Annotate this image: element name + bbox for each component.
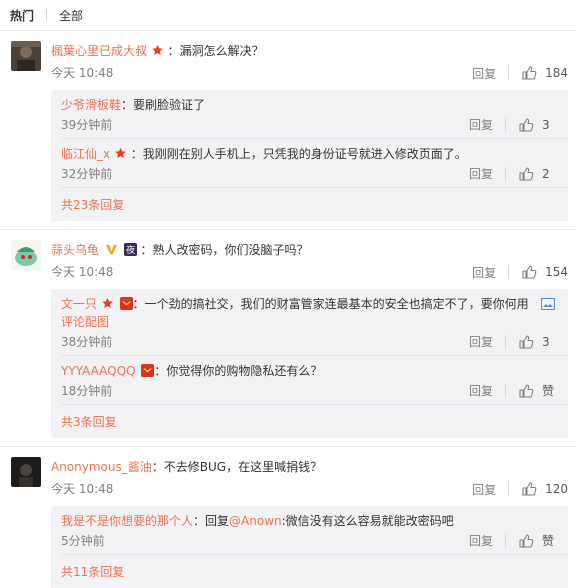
action-divider bbox=[508, 265, 510, 279]
reply-list: 文一只 ：一个劲的搞社交，我们的财富管家连最基本的安全也搞定不了，要你何用 评论… bbox=[51, 289, 568, 438]
reply-text: ：我刚刚在别人手机上，只凭我的身份证号就进入修改页面了。 bbox=[130, 147, 467, 161]
reply-username[interactable]: 文一只 bbox=[61, 297, 97, 311]
action-divider bbox=[505, 118, 506, 132]
image-icon[interactable] bbox=[540, 298, 555, 310]
mention-link[interactable]: @Anown bbox=[229, 514, 282, 528]
comment-meta: 今天 10:48 回复 184 bbox=[51, 64, 576, 82]
reply-button[interactable]: 回复 bbox=[472, 264, 496, 281]
like-count[interactable]: 赞 bbox=[542, 382, 560, 400]
like-count[interactable]: 120 bbox=[545, 482, 568, 496]
reply-item: 文一只 ：一个劲的搞社交，我们的财富管家连最基本的安全也搞定不了，要你何用 评论… bbox=[51, 289, 568, 356]
tab-hot[interactable]: 热门 bbox=[10, 7, 34, 24]
reply-time: 32分钟前 bbox=[61, 167, 113, 181]
member-badge-icon: 夜 bbox=[123, 243, 137, 256]
comment-text: ：漏洞怎么解决？ bbox=[167, 44, 264, 58]
reply-meta: 38分钟前 回复 3 bbox=[61, 333, 568, 356]
tab-all[interactable]: 全部 bbox=[59, 7, 83, 24]
more-replies-link[interactable]: 共3条回复 bbox=[51, 405, 568, 438]
reply-meta: 32分钟前 回复 2 bbox=[61, 165, 568, 188]
reply-username[interactable]: YYYAAAQQQ bbox=[61, 364, 135, 378]
avatar[interactable] bbox=[11, 41, 41, 71]
more-replies-link[interactable]: 共11条回复 bbox=[51, 555, 568, 588]
action-divider bbox=[505, 167, 506, 181]
avatar[interactable] bbox=[11, 457, 41, 487]
reply-time: 18分钟前 bbox=[61, 384, 113, 398]
reply-text: ：要刷脸验证了 bbox=[121, 98, 206, 112]
reply-time: 5分钟前 bbox=[61, 534, 105, 548]
thumbs-up-icon[interactable] bbox=[521, 481, 537, 497]
comment-username[interactable]: 蒜头乌龟 bbox=[51, 243, 99, 257]
comment-time: 今天 10:48 bbox=[51, 482, 114, 496]
thumbs-up-icon[interactable] bbox=[521, 264, 537, 280]
action-divider bbox=[508, 66, 510, 80]
action-divider bbox=[505, 384, 506, 398]
reply-meta: 39分钟前 回复 3 bbox=[61, 116, 568, 139]
thumbs-up-icon[interactable] bbox=[518, 334, 534, 350]
v-badge-icon bbox=[105, 244, 117, 255]
reply-text-after: :微信没有这么容易就能改密码吧 bbox=[281, 514, 454, 528]
reply-button[interactable]: 回复 bbox=[469, 116, 493, 134]
like-count[interactable]: 3 bbox=[542, 116, 560, 134]
star-badge-icon bbox=[101, 297, 114, 310]
like-count[interactable]: 2 bbox=[542, 165, 560, 183]
comment-item: 蒜头乌龟 夜 ：熟人改密码，你们没脑子吗？ 今天 10:48 回复 154 文一… bbox=[0, 230, 576, 447]
reply-meta: 5分钟前 回复 赞 bbox=[61, 532, 568, 555]
comment-meta: 今天 10:48 回复 120 bbox=[51, 480, 576, 498]
reply-meta: 18分钟前 回复 赞 bbox=[61, 382, 568, 405]
reply-button[interactable]: 回复 bbox=[472, 481, 496, 498]
comment-time: 今天 10:48 bbox=[51, 265, 114, 279]
reply-button[interactable]: 回复 bbox=[469, 165, 493, 183]
comment-username[interactable]: Anonymous_酱油 bbox=[51, 460, 152, 474]
reply-item: 少爷滑板鞋：要刷脸验证了 39分钟前 回复 3 bbox=[51, 90, 568, 139]
comment-image-link[interactable]: 评论配图 bbox=[61, 315, 109, 329]
svg-text:夜: 夜 bbox=[126, 244, 135, 256]
reply-time: 38分钟前 bbox=[61, 335, 113, 349]
thumbs-up-icon[interactable] bbox=[518, 166, 534, 182]
comment-text: ：熟人改密码，你们没脑子吗？ bbox=[140, 243, 309, 257]
reply-text: ：回复 bbox=[193, 514, 230, 528]
red-envelope-badge-icon bbox=[119, 297, 133, 310]
reply-item: 临江仙_x ：我刚刚在别人手机上，只凭我的身份证号就进入修改页面了。 32分钟前… bbox=[51, 139, 568, 188]
comment-item: 楓葉心里已成大叔 ：漏洞怎么解决？ 今天 10:48 回复 184 少爷滑板鞋：… bbox=[0, 31, 576, 230]
action-divider bbox=[505, 534, 506, 548]
reply-text: ：你觉得你的购物隐私还有么？ bbox=[154, 364, 323, 378]
comment-item: Anonymous_酱油：不去修BUG，在这里喊捐钱？ 今天 10:48 回复 … bbox=[0, 447, 576, 588]
reply-button[interactable]: 回复 bbox=[469, 382, 493, 400]
thumbs-up-icon[interactable] bbox=[518, 383, 534, 399]
like-count[interactable]: 赞 bbox=[542, 532, 560, 550]
reply-item: YYYAAAQQQ ：你觉得你的购物隐私还有么？ 18分钟前 回复 赞 bbox=[51, 356, 568, 405]
tab-divider bbox=[46, 9, 48, 21]
comment-text: ：不去修BUG，在这里喊捐钱？ bbox=[151, 460, 323, 474]
like-count[interactable]: 154 bbox=[545, 265, 568, 279]
star-badge-icon bbox=[151, 44, 164, 57]
reply-username[interactable]: 少爷滑板鞋 bbox=[61, 98, 121, 112]
reply-username[interactable]: 我是不是你想要的那个人 bbox=[61, 514, 193, 528]
reply-username[interactable]: 临江仙_x bbox=[61, 147, 110, 161]
like-count[interactable]: 3 bbox=[542, 333, 560, 351]
action-divider bbox=[505, 335, 506, 349]
action-divider bbox=[508, 482, 510, 496]
comment-meta: 今天 10:48 回复 154 bbox=[51, 263, 576, 281]
more-replies-link[interactable]: 共23条回复 bbox=[51, 188, 568, 221]
reply-button[interactable]: 回复 bbox=[469, 532, 493, 550]
comment-username[interactable]: 楓葉心里已成大叔 bbox=[51, 44, 147, 58]
reply-time: 39分钟前 bbox=[61, 118, 113, 132]
thumbs-up-icon[interactable] bbox=[521, 65, 537, 81]
thumbs-up-icon[interactable] bbox=[518, 117, 534, 133]
reply-button[interactable]: 回复 bbox=[469, 333, 493, 351]
reply-text: ：一个劲的搞社交，我们的财富管家连最基本的安全也搞定不了，要你何用 bbox=[132, 297, 529, 311]
reply-list: 少爷滑板鞋：要刷脸验证了 39分钟前 回复 3 临江仙_x ：我刚刚在别人手机上… bbox=[51, 90, 568, 221]
red-envelope-badge-icon bbox=[141, 364, 155, 377]
reply-button[interactable]: 回复 bbox=[472, 65, 496, 82]
reply-list: 我是不是你想要的那个人：回复@Anown:微信没有这么容易就能改密码吧 5分钟前… bbox=[51, 506, 568, 588]
comment-time: 今天 10:48 bbox=[51, 66, 114, 80]
like-count[interactable]: 184 bbox=[545, 66, 568, 80]
thumbs-up-icon[interactable] bbox=[518, 533, 534, 549]
reply-item: 我是不是你想要的那个人：回复@Anown:微信没有这么容易就能改密码吧 5分钟前… bbox=[51, 506, 568, 555]
star-badge-icon bbox=[114, 147, 127, 160]
comment-tabs: 热门 全部 bbox=[0, 0, 576, 31]
avatar[interactable] bbox=[11, 240, 41, 270]
